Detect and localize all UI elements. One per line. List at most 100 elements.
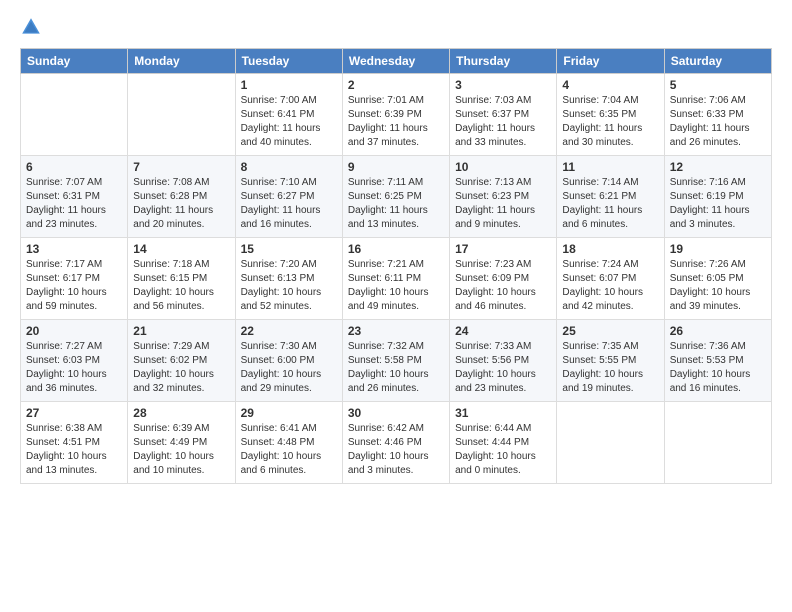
logo-icon: [20, 16, 42, 38]
day-number: 28: [133, 406, 229, 420]
day-number: 2: [348, 78, 444, 92]
day-info: Sunrise: 6:39 AM Sunset: 4:49 PM Dayligh…: [133, 422, 229, 478]
day-info: Sunrise: 7:36 AM Sunset: 5:53 PM Dayligh…: [670, 340, 766, 396]
day-number: 16: [348, 242, 444, 256]
day-info: Sunrise: 7:32 AM Sunset: 5:58 PM Dayligh…: [348, 340, 444, 396]
calendar-cell: [128, 74, 235, 156]
calendar-cell: 9 Sunrise: 7:11 AM Sunset: 6:25 PM Daylig…: [342, 156, 449, 238]
calendar-cell: 27Sunrise: 6:38 AM Sunset: 4:51 PM Dayli…: [21, 402, 128, 484]
calendar-cell: [664, 402, 771, 484]
day-info: Sunrise: 6:42 AM Sunset: 4:46 PM Dayligh…: [348, 422, 444, 478]
day-info: Sunrise: 7:23 AM Sunset: 6:09 PM Dayligh…: [455, 258, 551, 314]
calendar-cell: 14 Sunrise: 7:18 AM Sunset: 6:15 PM Dayli…: [128, 238, 235, 320]
week-row-4: 20 Sunrise: 7:27 AM Sunset: 6:03 PM Dayli…: [21, 320, 772, 402]
calendar-cell: 12 Sunrise: 7:16 AM Sunset: 6:19 PM Dayli…: [664, 156, 771, 238]
calendar-cell: 11Sunrise: 7:14 AM Sunset: 6:21 PM Dayli…: [557, 156, 664, 238]
day-number: 4: [562, 78, 658, 92]
day-info: Sunrise: 6:44 AM Sunset: 4:44 PM Dayligh…: [455, 422, 551, 478]
day-number: 31: [455, 406, 551, 420]
calendar-cell: 31 Sunrise: 6:44 AM Sunset: 4:44 PM Dayli…: [450, 402, 557, 484]
calendar-cell: 8 Sunrise: 7:10 AM Sunset: 6:27 PM Daylig…: [235, 156, 342, 238]
day-number: 13: [26, 242, 122, 256]
calendar-cell: 29 Sunrise: 6:41 AM Sunset: 4:48 PM Dayli…: [235, 402, 342, 484]
week-row-1: 1 Sunrise: 7:00 AM Sunset: 6:41 PM Daylig…: [21, 74, 772, 156]
day-info: Sunrise: 7:03 AM Sunset: 6:37 PM Dayligh…: [455, 94, 551, 150]
calendar-cell: 7Sunrise: 7:08 AM Sunset: 6:28 PM Daylig…: [128, 156, 235, 238]
day-info: Sunrise: 7:01 AM Sunset: 6:39 PM Dayligh…: [348, 94, 444, 150]
calendar-cell: 5 Sunrise: 7:06 AM Sunset: 6:33 PM Daylig…: [664, 74, 771, 156]
day-info: Sunrise: 7:18 AM Sunset: 6:15 PM Dayligh…: [133, 258, 229, 314]
calendar-cell: 3 Sunrise: 7:03 AM Sunset: 6:37 PM Daylig…: [450, 74, 557, 156]
calendar-cell: 1 Sunrise: 7:00 AM Sunset: 6:41 PM Daylig…: [235, 74, 342, 156]
day-number: 3: [455, 78, 551, 92]
calendar-table: SundayMondayTuesdayWednesdayThursdayFrid…: [20, 48, 772, 484]
weekday-header-row: SundayMondayTuesdayWednesdayThursdayFrid…: [21, 49, 772, 74]
calendar-body: 1 Sunrise: 7:00 AM Sunset: 6:41 PM Daylig…: [21, 74, 772, 484]
calendar-cell: [557, 402, 664, 484]
day-info: Sunrise: 7:08 AM Sunset: 6:28 PM Dayligh…: [133, 176, 229, 232]
weekday-header-monday: Monday: [128, 49, 235, 74]
day-number: 1: [241, 78, 337, 92]
day-number: 26: [670, 324, 766, 338]
day-number: 14: [133, 242, 229, 256]
calendar-cell: 28 Sunrise: 6:39 AM Sunset: 4:49 PM Dayli…: [128, 402, 235, 484]
day-number: 19: [670, 242, 766, 256]
day-number: 12: [670, 160, 766, 174]
day-number: 10: [455, 160, 551, 174]
day-info: Sunrise: 7:13 AM Sunset: 6:23 PM Dayligh…: [455, 176, 551, 232]
day-info: Sunrise: 7:27 AM Sunset: 6:03 PM Dayligh…: [26, 340, 122, 396]
day-info: Sunrise: 7:16 AM Sunset: 6:19 PM Dayligh…: [670, 176, 766, 232]
day-number: 8: [241, 160, 337, 174]
day-number: 9: [348, 160, 444, 174]
day-info: Sunrise: 7:11 AM Sunset: 6:25 PM Dayligh…: [348, 176, 444, 232]
day-info: Sunrise: 7:07 AM Sunset: 6:31 PM Dayligh…: [26, 176, 122, 232]
page: SundayMondayTuesdayWednesdayThursdayFrid…: [0, 0, 792, 612]
weekday-header-thursday: Thursday: [450, 49, 557, 74]
day-info: Sunrise: 7:00 AM Sunset: 6:41 PM Dayligh…: [241, 94, 337, 150]
day-number: 22: [241, 324, 337, 338]
day-number: 5: [670, 78, 766, 92]
day-info: Sunrise: 7:33 AM Sunset: 5:56 PM Dayligh…: [455, 340, 551, 396]
calendar-cell: 21Sunrise: 7:29 AM Sunset: 6:02 PM Dayli…: [128, 320, 235, 402]
day-info: Sunrise: 7:14 AM Sunset: 6:21 PM Dayligh…: [562, 176, 658, 232]
day-info: Sunrise: 7:26 AM Sunset: 6:05 PM Dayligh…: [670, 258, 766, 314]
weekday-header-saturday: Saturday: [664, 49, 771, 74]
day-number: 23: [348, 324, 444, 338]
week-row-3: 13Sunrise: 7:17 AM Sunset: 6:17 PM Dayli…: [21, 238, 772, 320]
day-info: Sunrise: 7:10 AM Sunset: 6:27 PM Dayligh…: [241, 176, 337, 232]
day-info: Sunrise: 7:20 AM Sunset: 6:13 PM Dayligh…: [241, 258, 337, 314]
day-info: Sunrise: 7:04 AM Sunset: 6:35 PM Dayligh…: [562, 94, 658, 150]
day-number: 17: [455, 242, 551, 256]
day-info: Sunrise: 7:30 AM Sunset: 6:00 PM Dayligh…: [241, 340, 337, 396]
calendar-cell: 22 Sunrise: 7:30 AM Sunset: 6:00 PM Dayli…: [235, 320, 342, 402]
day-number: 30: [348, 406, 444, 420]
calendar-cell: 18Sunrise: 7:24 AM Sunset: 6:07 PM Dayli…: [557, 238, 664, 320]
calendar-cell: 26 Sunrise: 7:36 AM Sunset: 5:53 PM Dayli…: [664, 320, 771, 402]
day-info: Sunrise: 7:06 AM Sunset: 6:33 PM Dayligh…: [670, 94, 766, 150]
calendar-cell: 4 Sunrise: 7:04 AM Sunset: 6:35 PM Daylig…: [557, 74, 664, 156]
day-info: Sunrise: 6:38 AM Sunset: 4:51 PM Dayligh…: [26, 422, 122, 478]
calendar-cell: 19 Sunrise: 7:26 AM Sunset: 6:05 PM Dayli…: [664, 238, 771, 320]
day-number: 15: [241, 242, 337, 256]
weekday-header-wednesday: Wednesday: [342, 49, 449, 74]
weekday-header-sunday: Sunday: [21, 49, 128, 74]
calendar-cell: 15 Sunrise: 7:20 AM Sunset: 6:13 PM Dayli…: [235, 238, 342, 320]
day-number: 21: [133, 324, 229, 338]
day-number: 24: [455, 324, 551, 338]
calendar-cell: 23 Sunrise: 7:32 AM Sunset: 5:58 PM Dayli…: [342, 320, 449, 402]
day-number: 25: [562, 324, 658, 338]
calendar-cell: 2 Sunrise: 7:01 AM Sunset: 6:39 PM Daylig…: [342, 74, 449, 156]
calendar-cell: 20 Sunrise: 7:27 AM Sunset: 6:03 PM Dayli…: [21, 320, 128, 402]
calendar-cell: 17 Sunrise: 7:23 AM Sunset: 6:09 PM Dayli…: [450, 238, 557, 320]
calendar-cell: 10 Sunrise: 7:13 AM Sunset: 6:23 PM Dayli…: [450, 156, 557, 238]
weekday-header-friday: Friday: [557, 49, 664, 74]
day-number: 18: [562, 242, 658, 256]
day-number: 29: [241, 406, 337, 420]
calendar-cell: 30 Sunrise: 6:42 AM Sunset: 4:46 PM Dayli…: [342, 402, 449, 484]
weekday-header-tuesday: Tuesday: [235, 49, 342, 74]
day-number: 20: [26, 324, 122, 338]
day-info: Sunrise: 6:41 AM Sunset: 4:48 PM Dayligh…: [241, 422, 337, 478]
logo: [20, 16, 46, 38]
day-info: Sunrise: 7:35 AM Sunset: 5:55 PM Dayligh…: [562, 340, 658, 396]
calendar-cell: [21, 74, 128, 156]
